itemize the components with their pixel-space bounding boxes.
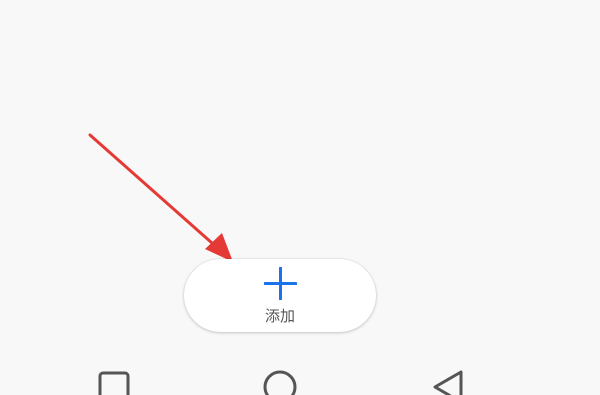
annotation-arrow-shaft — [88, 133, 223, 253]
add-button-label: 添加 — [264, 307, 295, 325]
plus-icon — [264, 267, 297, 300]
app-screen: 添加 — [0, 0, 600, 395]
home-icon — [263, 370, 297, 395]
recent-apps-icon — [98, 371, 130, 395]
home-button[interactable] — [260, 365, 300, 395]
system-navigation-bar — [0, 365, 600, 395]
add-button[interactable]: 添加 — [184, 259, 376, 332]
annotation-arrow-head — [205, 233, 233, 262]
recent-apps-button[interactable] — [94, 365, 134, 395]
back-icon — [433, 370, 463, 395]
annotation-arrow — [88, 133, 233, 262]
back-button[interactable] — [428, 365, 468, 395]
